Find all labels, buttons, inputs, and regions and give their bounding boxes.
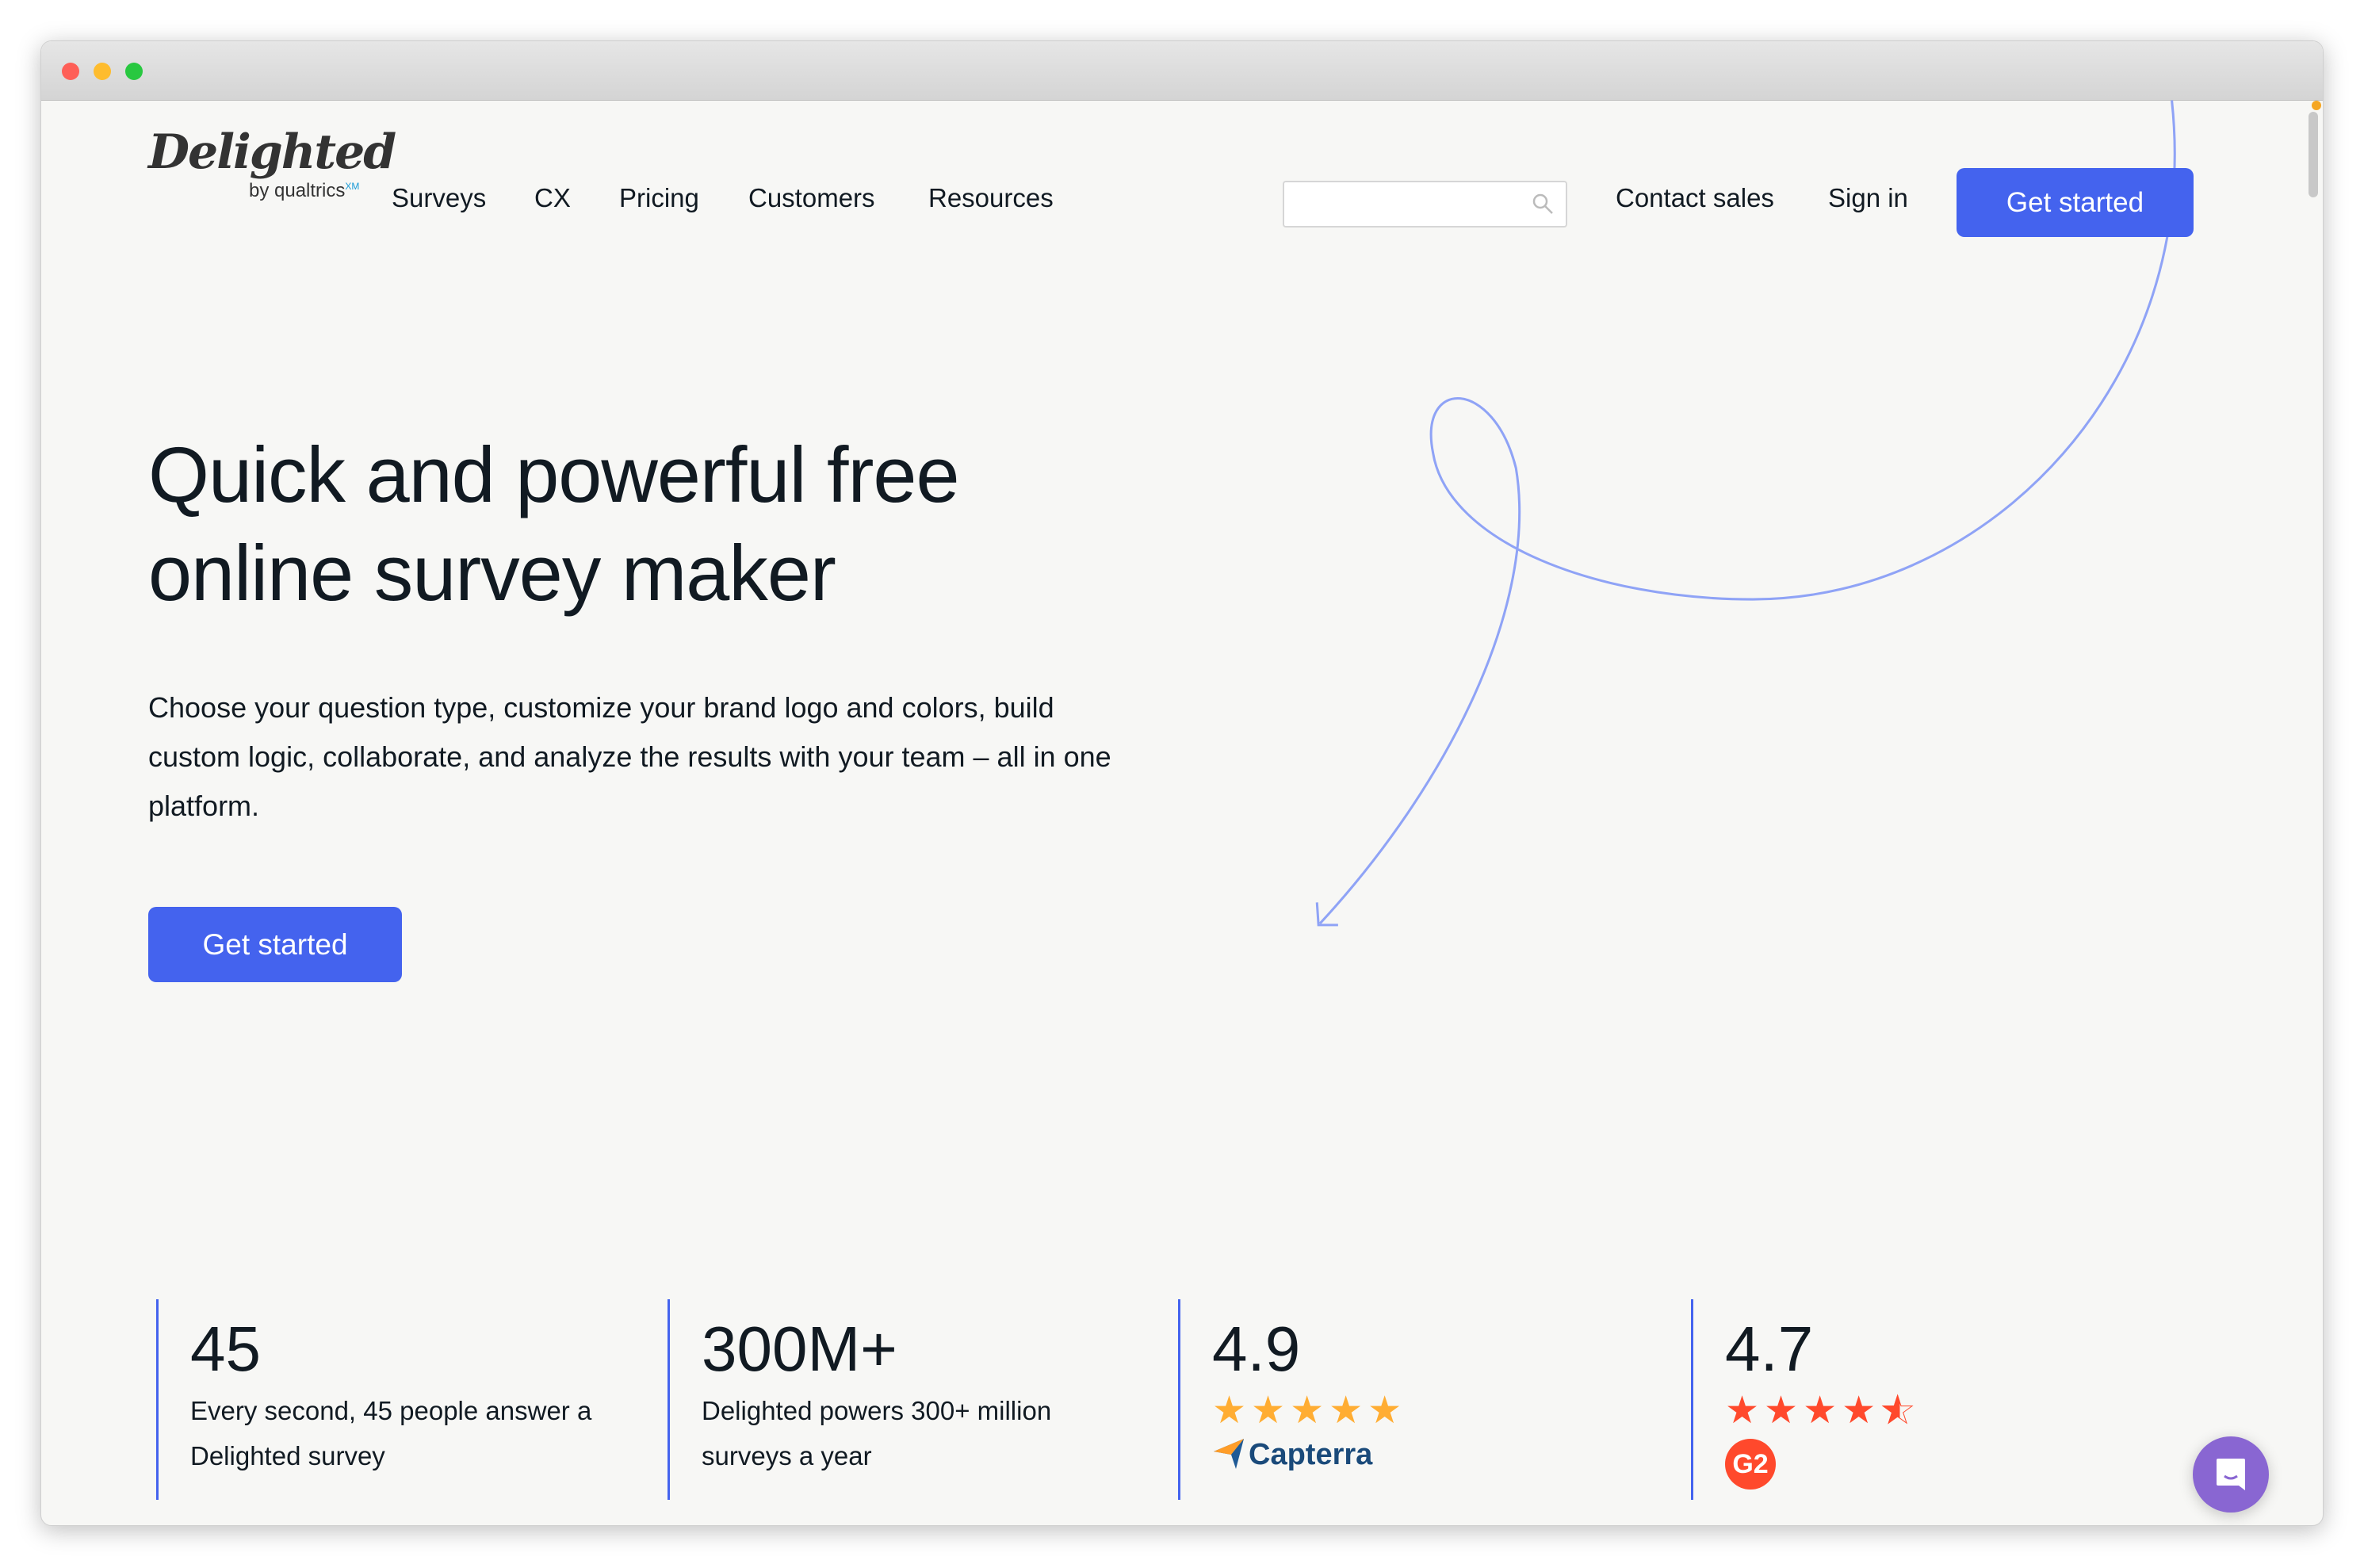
g2-logo: G2 <box>1725 1439 1776 1490</box>
hero-title-line-2: online survey maker <box>148 529 836 617</box>
vertical-scrollbar[interactable] <box>2309 112 2318 197</box>
star-rating: ★★★★★ <box>1212 1390 1407 1432</box>
half-star-icon: ★ <box>1880 1390 1920 1432</box>
stat-value: 4.9 <box>1212 1314 1301 1384</box>
stat-value: 300M+ <box>702 1314 897 1384</box>
capterra-arrow-icon <box>1214 1439 1244 1469</box>
search-icon <box>1532 193 1553 214</box>
nav-pricing[interactable]: Pricing <box>619 183 699 213</box>
nav-get-started-button[interactable]: Get started <box>1957 168 2194 237</box>
stat-value: 4.7 <box>1725 1314 1814 1384</box>
nav-surveys[interactable]: Surveys <box>392 183 486 213</box>
nav-customers[interactable]: Customers <box>748 183 875 213</box>
stat-text: Delighted powers 300+ million surveys a … <box>702 1396 1052 1470</box>
chat-launcher-button[interactable] <box>2193 1436 2269 1513</box>
nav-resources[interactable]: Resources <box>928 183 1054 213</box>
stat-surveys: 300M+ Delighted powers 300+ million surv… <box>668 1299 1146 1500</box>
hero-description: Choose your question type, customize you… <box>148 691 1111 822</box>
g2-text: G2 <box>1732 1448 1769 1479</box>
hero-title: Quick and powerful free online survey mak… <box>148 426 960 622</box>
nav-cx[interactable]: CX <box>534 183 571 213</box>
sign-in-link[interactable]: Sign in <box>1828 183 1908 213</box>
star-rating: ★★★★★ <box>1725 1390 1920 1432</box>
contact-sales-link[interactable]: Contact sales <box>1616 183 1774 213</box>
qualtrics-sublogo: by qualtricsXM <box>249 180 359 202</box>
logo-xm: XM <box>345 181 360 192</box>
page: Delighted by qualtricsXM Surveys CX Pric… <box>41 100 2323 1525</box>
capterra-text: Capterra <box>1249 1437 1373 1471</box>
stat-value: 45 <box>190 1314 261 1384</box>
hero-title-line-1: Quick and powerful free <box>148 430 960 518</box>
delighted-logo[interactable]: Delighted <box>148 124 396 180</box>
stat-g2: 4.7 ★★★★★ G2 <box>1691 1299 1919 1500</box>
stat-text: Every second, 45 people answer a Delight… <box>190 1396 592 1470</box>
search-input[interactable] <box>1283 181 1567 228</box>
notification-dot <box>2312 101 2321 110</box>
capterra-logo: Capterra <box>1212 1437 1406 1472</box>
logo-sub-text: by qualtrics <box>249 180 346 201</box>
stat-capterra: 4.9 ★★★★★ Capterra <box>1178 1299 1406 1500</box>
stat-responses: 45 Every second, 45 people answer a Deli… <box>156 1299 634 1500</box>
chat-icon <box>2217 1459 2245 1490</box>
hero-get-started-button[interactable]: Get started <box>148 907 402 982</box>
browser-window: Delighted by qualtricsXM Surveys CX Pric… <box>40 40 2324 1526</box>
